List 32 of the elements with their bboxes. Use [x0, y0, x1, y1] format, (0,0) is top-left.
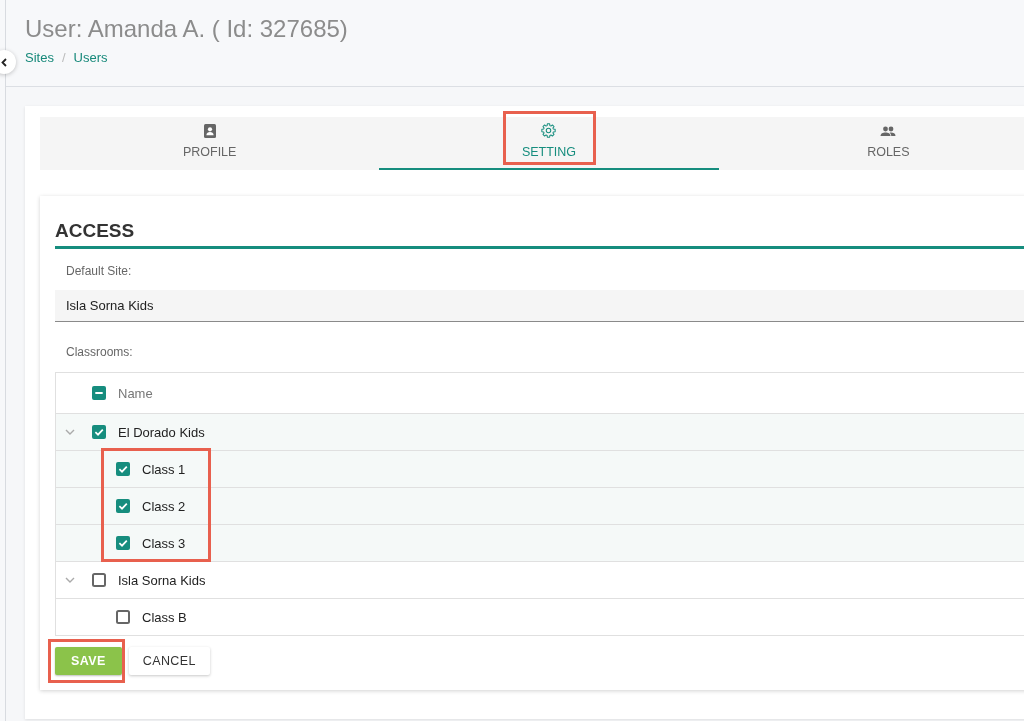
chevron-left-icon [1, 57, 7, 67]
section-heading: ACCESS [55, 216, 1024, 249]
checkbox[interactable] [92, 573, 106, 587]
breadcrumb-link[interactable]: Users [73, 49, 108, 67]
checkbox[interactable] [116, 462, 130, 476]
people-icon [880, 126, 897, 136]
chevron-down-icon[interactable] [65, 577, 75, 583]
classroom-name: Class B [142, 609, 187, 625]
field-label: Default Site: [65, 263, 133, 280]
site-name: Isla Sorna Kids [118, 572, 206, 588]
tab[interactable]: ROLES [718, 117, 1024, 170]
breadcrumb-separator: / [61, 49, 66, 67]
checkbox[interactable] [92, 425, 106, 439]
column-header: Name [118, 385, 153, 401]
site-select[interactable]: Isla Sorna Kids [55, 290, 1024, 322]
tab[interactable]: SETTING [379, 117, 719, 170]
breadcrumb-link[interactable]: Sites [25, 49, 54, 67]
checkbox[interactable] [92, 386, 106, 400]
page-title: User: Amanda A. ( Id: 327685) [25, 14, 349, 44]
site-name: El Dorado Kids [118, 424, 205, 440]
cancel-button[interactable]: CANCEL [128, 647, 210, 675]
classroom-name: Class 1 [142, 461, 186, 477]
checkbox[interactable] [116, 610, 130, 624]
classroom-name: Class 2 [142, 498, 186, 514]
settings-icon [541, 123, 557, 138]
person-badge-icon [203, 124, 216, 138]
tab[interactable]: PROFILE [40, 117, 380, 170]
classroom-name: Class 3 [142, 535, 186, 551]
checkbox[interactable] [116, 536, 130, 550]
chevron-down-icon[interactable] [65, 429, 75, 435]
field-label: Classrooms: [65, 344, 134, 361]
checkbox[interactable] [116, 499, 130, 513]
